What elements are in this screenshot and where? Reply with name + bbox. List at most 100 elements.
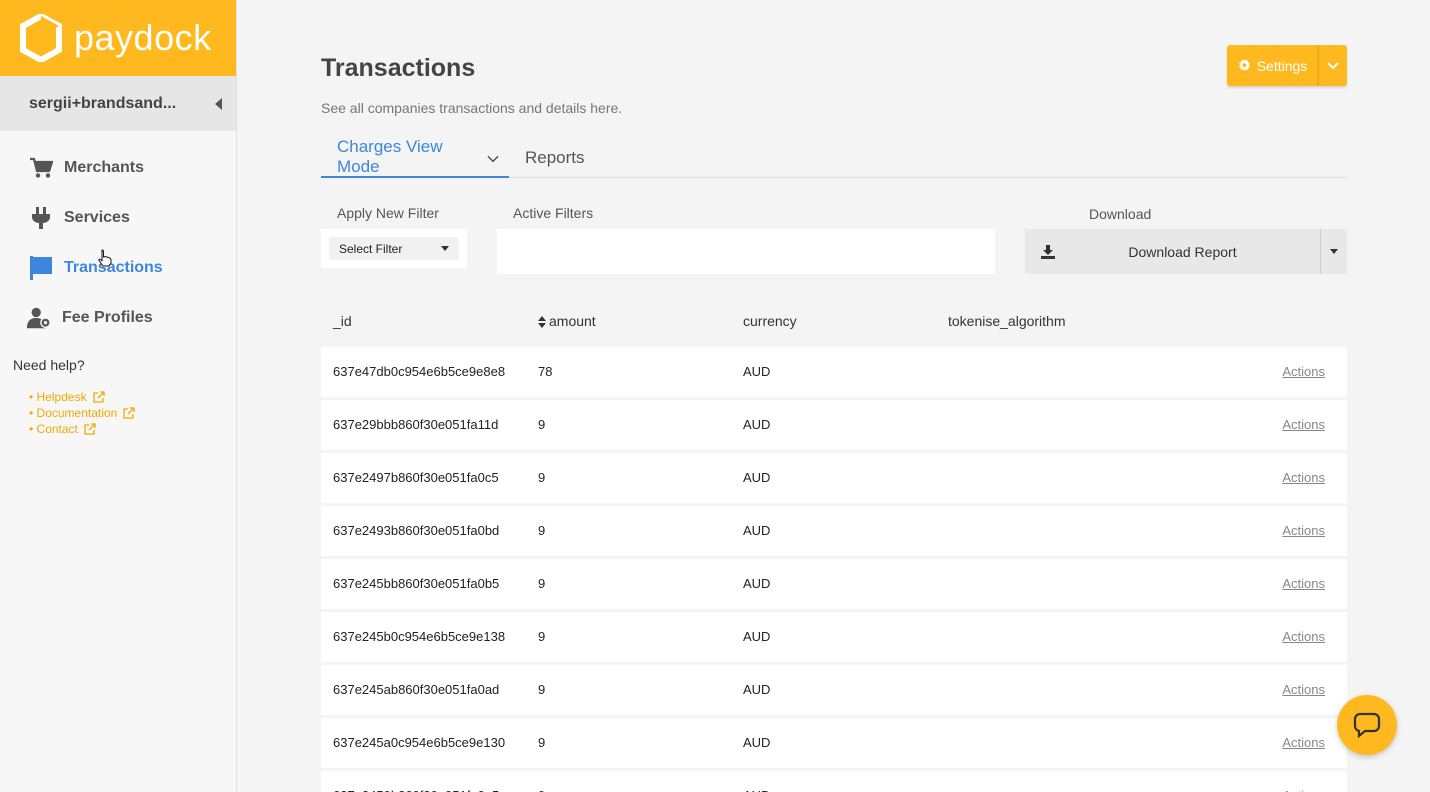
- active-filters-label: Active Filters: [513, 205, 594, 221]
- column-header-label: amount: [549, 313, 596, 329]
- row-actions-link[interactable]: Actions: [1282, 735, 1325, 750]
- cart-icon: [28, 156, 54, 180]
- help-section: Need help? • Helpdesk • Documentation • …: [0, 343, 236, 437]
- download-report-label: Download Report: [1128, 243, 1237, 260]
- table-row[interactable]: 637e2493b860f30e051fa0bd 9 AUD Actions: [321, 506, 1347, 556]
- documentation-link[interactable]: • Documentation: [29, 405, 236, 421]
- row-actions-link[interactable]: Actions: [1282, 576, 1325, 591]
- cell-amount: 9: [538, 417, 546, 432]
- contact-link[interactable]: • Contact: [29, 421, 236, 437]
- paydock-logo-icon: [20, 14, 62, 62]
- sidebar-item-label: Services: [64, 209, 130, 226]
- chevron-down-icon: [487, 155, 499, 163]
- column-header-id[interactable]: _id: [333, 313, 352, 329]
- tab-reports[interactable]: Reports: [525, 138, 585, 178]
- table-row[interactable]: 637e245a0c954e6b5ce9e130 9 AUD Actions: [321, 718, 1347, 768]
- table-row[interactable]: 637e2459b860f30e051fa0a5 9 AUD Actions: [321, 771, 1347, 792]
- external-link-icon: [92, 391, 105, 403]
- row-actions-link[interactable]: Actions: [1282, 364, 1325, 379]
- flag-icon: [28, 256, 54, 280]
- cell-amount: 9: [538, 735, 546, 750]
- tab-label: Charges View Mode: [337, 137, 443, 176]
- cell-currency: AUD: [743, 364, 771, 379]
- row-actions-link[interactable]: Actions: [1282, 470, 1325, 485]
- help-link-label: • Helpdesk: [29, 390, 87, 404]
- sidebar-item-label: Transactions: [64, 259, 163, 276]
- page-title: Transactions: [321, 54, 476, 82]
- collapse-caret-icon[interactable]: [215, 97, 222, 110]
- cell-id: 637e2497b860f30e051fa0c5: [333, 470, 499, 485]
- table-row[interactable]: 637e245ab860f30e051fa0ad 9 AUD Actions: [321, 665, 1347, 715]
- sidebar-nav: Merchants Services Transactions Fee Prof…: [0, 131, 236, 343]
- view-tabs: Charges View Mode Reports: [321, 137, 1347, 178]
- sidebar-item-label: Merchants: [64, 159, 145, 176]
- help-title: Need help?: [13, 357, 85, 373]
- table-row[interactable]: 637e47db0c954e6b5ce9e8e8 78 AUD Actions: [321, 347, 1347, 397]
- table-body: 637e47db0c954e6b5ce9e8e8 78 AUD Actions 637e…: [321, 347, 1347, 792]
- table-row[interactable]: 637e2497b860f30e051fa0c5 9 AUD Actions: [321, 453, 1347, 503]
- cell-id: 637e245b0c954e6b5ce9e138: [333, 629, 506, 644]
- apply-filter-label: Apply New Filter: [337, 205, 439, 221]
- row-actions-link[interactable]: Actions: [1282, 788, 1325, 792]
- tab-charges-view-mode[interactable]: Charges View Mode: [321, 137, 509, 178]
- table-row[interactable]: 637e29bbb860f30e051fa11d 9 AUD Actions: [321, 400, 1347, 450]
- account-name: sergii+brandsand...: [29, 94, 177, 112]
- plug-icon: [28, 206, 54, 230]
- cell-id: 637e2493b860f30e051fa0bd: [333, 523, 500, 538]
- chevron-down-icon: [1327, 61, 1339, 69]
- download-icon: [1041, 244, 1055, 259]
- hand-cursor-icon: [98, 249, 112, 267]
- sort-icon: [538, 316, 546, 329]
- cell-id: 637e245bb860f30e051fa0b5: [333, 576, 500, 591]
- caret-down-icon: [441, 246, 449, 251]
- sidebar-item-services[interactable]: Services: [0, 193, 236, 243]
- cell-currency: AUD: [743, 735, 771, 750]
- cell-amount: 9: [538, 682, 546, 697]
- table-row[interactable]: 637e245b0c954e6b5ce9e138 9 AUD Actions: [321, 612, 1347, 662]
- cell-amount: 9: [538, 576, 546, 591]
- chat-launcher-button[interactable]: [1337, 695, 1397, 755]
- help-link-label: • Documentation: [29, 406, 118, 420]
- column-header-amount[interactable]: amount: [538, 313, 596, 329]
- download-report-button[interactable]: Download Report: [1025, 229, 1320, 274]
- download-label: Download: [1089, 206, 1152, 222]
- sidebar-item-label: Fee Profiles: [62, 309, 153, 326]
- column-header-currency[interactable]: currency: [743, 313, 797, 329]
- select-filter-value: Select Filter: [339, 241, 403, 256]
- cell-id: 637e245a0c954e6b5ce9e130: [333, 735, 506, 750]
- cell-currency: AUD: [743, 629, 771, 644]
- download-dropdown-toggle[interactable]: [1320, 229, 1347, 274]
- users-icon: [26, 306, 52, 330]
- row-actions-link[interactable]: Actions: [1282, 629, 1325, 644]
- table-row[interactable]: 637e245bb860f30e051fa0b5 9 AUD Actions: [321, 559, 1347, 609]
- cell-amount: 9: [538, 470, 546, 485]
- chat-bubble-icon: [1353, 712, 1381, 738]
- select-filter-dropdown[interactable]: Select Filter: [329, 237, 459, 260]
- cell-currency: AUD: [743, 576, 771, 591]
- active-filters-box[interactable]: [497, 229, 995, 274]
- cell-amount: 9: [538, 788, 545, 792]
- helpdesk-link[interactable]: • Helpdesk: [29, 389, 236, 405]
- account-switcher[interactable]: sergii+brandsand...: [0, 76, 236, 131]
- cell-id: 637e47db0c954e6b5ce9e8e8: [333, 364, 506, 379]
- cell-currency: AUD: [743, 523, 771, 538]
- row-actions-link[interactable]: Actions: [1282, 682, 1325, 697]
- sidebar-item-fee-profiles[interactable]: Fee Profiles: [0, 293, 236, 343]
- column-header-tokenise-algorithm[interactable]: tokenise_algorithm: [948, 313, 1066, 329]
- gear-icon: [1238, 59, 1250, 71]
- sidebar-item-merchants[interactable]: Merchants: [0, 143, 236, 193]
- filter-selector-box: Select Filter: [321, 229, 467, 268]
- settings-button-group: Settings: [1227, 45, 1347, 86]
- row-actions-link[interactable]: Actions: [1282, 523, 1325, 538]
- sidebar-item-transactions[interactable]: Transactions: [0, 243, 236, 293]
- external-link-icon: [84, 423, 96, 435]
- cell-currency: AUD: [743, 788, 770, 792]
- row-actions-link[interactable]: Actions: [1282, 417, 1325, 432]
- cell-id: 637e245ab860f30e051fa0ad: [333, 682, 500, 697]
- paydock-logo[interactable]: paydock: [0, 0, 236, 76]
- table-header: _id amount currency tokenise_algorithm: [321, 308, 1347, 334]
- settings-dropdown-toggle[interactable]: [1318, 45, 1347, 86]
- settings-button[interactable]: Settings: [1227, 45, 1318, 86]
- page-subtitle: See all companies transactions and detai…: [321, 100, 623, 116]
- cell-id: 637e29bbb860f30e051fa11d: [333, 417, 499, 432]
